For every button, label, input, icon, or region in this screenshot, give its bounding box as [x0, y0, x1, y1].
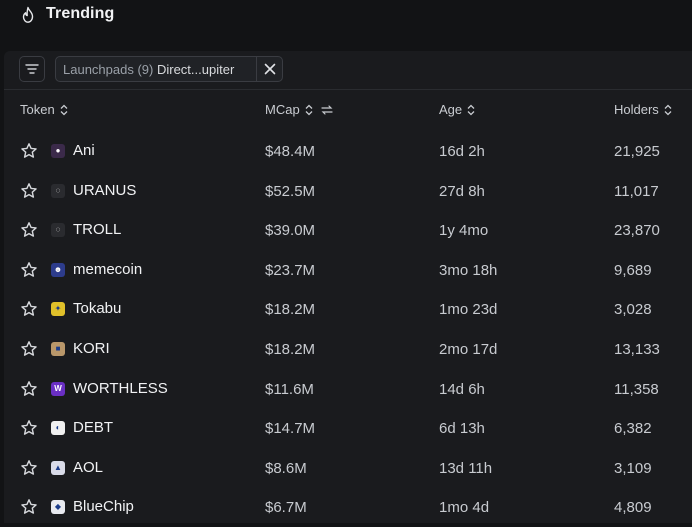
holders-value: 3,028 [614, 301, 652, 319]
mcap-value: $18.2M [265, 301, 316, 319]
token-name[interactable]: KORI [73, 340, 110, 357]
age-value: 13d 11h [439, 459, 493, 477]
star-icon[interactable] [20, 459, 38, 477]
swap-icon[interactable] [321, 104, 333, 115]
star-icon[interactable] [20, 261, 38, 279]
age-value: 2mo 17d [439, 341, 498, 358]
table-row[interactable]: ● Ani $48.4M 16d 2h 21,925 [4, 132, 692, 171]
holders-value: 6,382 [614, 420, 652, 438]
star-icon[interactable] [20, 182, 38, 200]
age-value: 6d 13h [439, 420, 485, 438]
table-row[interactable]: ✦ Tokabu $18.2M 1mo 23d 3,028 [4, 290, 692, 329]
star-icon[interactable] [20, 498, 38, 516]
token-name[interactable]: Ani [73, 142, 95, 159]
star-icon[interactable] [20, 380, 38, 398]
token-logo: ◆ [51, 500, 65, 515]
chip-key: Launchpads (9) [63, 62, 154, 77]
token-logo: ◌ [51, 183, 65, 198]
mcap-value: $18.2M [265, 341, 316, 358]
star-icon[interactable] [20, 142, 38, 160]
star-icon[interactable] [20, 340, 38, 358]
page-title: Trending [46, 5, 115, 22]
mcap-value: $6.7M [265, 499, 307, 517]
age-value: 1y 4mo [439, 222, 489, 240]
column-label: MCap [265, 102, 300, 117]
column-header-age[interactable]: Age [439, 102, 475, 117]
table-row[interactable]: ◌ TROLL $39.0M 1y 4mo 23,870 [4, 211, 692, 250]
token-logo: ▲ [51, 460, 65, 475]
table-row[interactable]: ◌ URANUS $52.5M 27d 8h 11,017 [4, 172, 692, 211]
chip-value: Direct...upiter [156, 62, 235, 77]
token-logo: ● [51, 144, 65, 158]
flame-icon [22, 6, 34, 23]
sort-icon [60, 104, 68, 115]
chip-label: Launchpads (9) Direct...upiter [63, 62, 234, 77]
age-value: 16d 2h [439, 143, 485, 160]
mcap-value: $11.6M [265, 380, 314, 398]
token-logo: ✦ [51, 302, 65, 317]
token-name[interactable]: memecoin [73, 261, 142, 278]
mcap-value: $8.6M [265, 459, 307, 477]
column-label: Holders [614, 102, 659, 117]
sort-icon [305, 104, 313, 115]
holders-value: 13,133 [614, 341, 660, 358]
trending-header: Trending [0, 0, 692, 44]
table-row[interactable]: W WORTHLESS $11.6M 14d 6h 11,358 [4, 370, 692, 409]
holders-value: 11,017 [614, 182, 659, 200]
holders-value: 11,358 [614, 380, 659, 398]
column-label: Token [20, 102, 55, 117]
token-logo: ☻ [51, 262, 65, 277]
token-logo: ◌ [51, 223, 65, 238]
filter-bar: Launchpads (9) Direct...upiter [4, 51, 692, 90]
filter-icon [25, 64, 39, 74]
age-value: 3mo 18h [439, 261, 498, 279]
token-name[interactable]: DEBT [73, 419, 113, 436]
age-value: 1mo 23d [439, 301, 498, 319]
token-name[interactable]: WORTHLESS [73, 380, 168, 397]
column-header-holders[interactable]: Holders [614, 102, 672, 117]
token-logo: ◐ [51, 421, 65, 436]
holders-value: 3,109 [614, 459, 652, 477]
token-logo: ■ [51, 342, 65, 356]
star-icon[interactable] [20, 300, 38, 318]
star-icon[interactable] [20, 221, 38, 239]
table-row[interactable]: ■ KORI $18.2M 2mo 17d 13,133 [4, 330, 692, 369]
sort-icon [664, 104, 672, 115]
table-header: Token MCap Age Holders [4, 90, 692, 130]
token-name[interactable]: TROLL [73, 221, 121, 238]
star-icon[interactable] [20, 419, 38, 437]
age-value: 27d 8h [439, 182, 485, 200]
table-row[interactable]: ☻ memecoin $23.7M 3mo 18h 9,689 [4, 251, 692, 290]
token-name[interactable]: AOL [73, 459, 103, 476]
chip-divider [256, 57, 257, 81]
token-name[interactable]: Tokabu [73, 300, 121, 317]
close-icon[interactable] [262, 61, 278, 77]
table-row[interactable]: ◆ BlueChip $6.7M 1mo 4d 4,809 [4, 488, 692, 527]
age-value: 14d 6h [439, 380, 485, 398]
launchpad-filter-chip[interactable]: Launchpads (9) Direct...upiter [55, 56, 283, 82]
holders-value: 9,689 [614, 261, 652, 279]
mcap-value: $52.5M [265, 182, 316, 200]
token-name[interactable]: BlueChip [73, 498, 134, 515]
token-logo: W [51, 381, 65, 396]
table-row[interactable]: ▲ AOL $8.6M 13d 11h 3,109 [4, 449, 692, 488]
sort-icon [467, 104, 475, 115]
mcap-value: $14.7M [265, 420, 316, 438]
column-label: Age [439, 102, 463, 117]
mcap-value: $39.0M [265, 222, 316, 240]
table-row[interactable]: ◐ DEBT $14.7M 6d 13h 6,382 [4, 409, 692, 448]
holders-value: 4,809 [614, 499, 652, 517]
holders-value: 21,925 [614, 143, 660, 160]
token-table-panel: Launchpads (9) Direct...upiter Token MCa… [4, 51, 692, 523]
mcap-value: $23.7M [265, 261, 316, 279]
filter-button[interactable] [19, 56, 45, 82]
age-value: 1mo 4d [439, 499, 490, 517]
token-name[interactable]: URANUS [73, 182, 136, 199]
holders-value: 23,870 [614, 222, 660, 240]
mcap-value: $48.4M [265, 143, 316, 160]
column-header-token[interactable]: Token [20, 102, 68, 117]
column-header-mcap[interactable]: MCap [265, 102, 333, 117]
